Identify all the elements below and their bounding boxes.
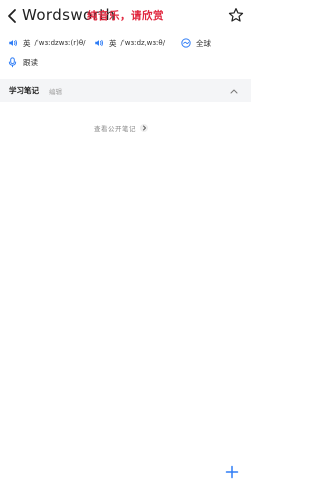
star-icon: [228, 8, 244, 22]
word-detail-page: Wordsworth 纯音乐，请欣赏 英 /ˈwɜːdzwɜː(r)θ/ 英 /…: [0, 0, 251, 499]
view-public-notes-label: 查看公开笔记: [94, 125, 136, 133]
pronunciation-global-label: 全球: [196, 38, 211, 48]
chevron-up-icon: [230, 89, 238, 94]
speaker-icon: [9, 39, 17, 47]
study-notes-title: 学习笔记: [9, 86, 39, 95]
pronunciation-us-label: 英: [109, 38, 117, 48]
view-public-notes-link[interactable]: 查看公开笔记: [94, 121, 148, 135]
collapse-notes-button[interactable]: [228, 85, 240, 97]
pronunciation-row: 英 /ˈwɜːdzwɜː(r)θ/ 英 /ˈwɜːdzˌwɜːθ/ 全球: [0, 34, 251, 52]
plus-icon: [225, 465, 239, 479]
follow-read-button[interactable]: 跟读: [8, 53, 38, 71]
back-button[interactable]: [4, 6, 20, 26]
pronunciation-uk-label: 英: [23, 38, 31, 48]
pronunciation-uk-phonetic: /ˈwɜːdzwɜː(r)θ/: [34, 39, 86, 47]
follow-read-label: 跟读: [23, 57, 38, 67]
speaker-icon: [95, 39, 103, 47]
microphone-icon: [8, 56, 17, 67]
pronunciation-us-phonetic: /ˈwɜːdzˌwɜːθ/: [120, 39, 166, 47]
globe-icon: [181, 38, 191, 48]
pronunciation-us[interactable]: 英 /ˈwɜːdzˌwɜːθ/: [94, 34, 165, 52]
add-note-button[interactable]: [221, 461, 243, 483]
chevron-left-icon: [8, 9, 16, 23]
notes-edit-link[interactable]: 编辑: [49, 86, 62, 96]
study-notes-header: 学习笔记 编辑: [0, 79, 251, 102]
music-overlay-text: 纯音乐，请欣赏: [87, 10, 164, 22]
pronunciation-global[interactable]: 全球: [181, 34, 211, 52]
chevron-right-icon: [140, 124, 148, 132]
header: Wordsworth 纯音乐，请欣赏: [0, 0, 251, 34]
pronunciation-uk[interactable]: 英 /ˈwɜːdzwɜː(r)θ/: [8, 34, 86, 52]
favorite-button[interactable]: [226, 5, 246, 25]
